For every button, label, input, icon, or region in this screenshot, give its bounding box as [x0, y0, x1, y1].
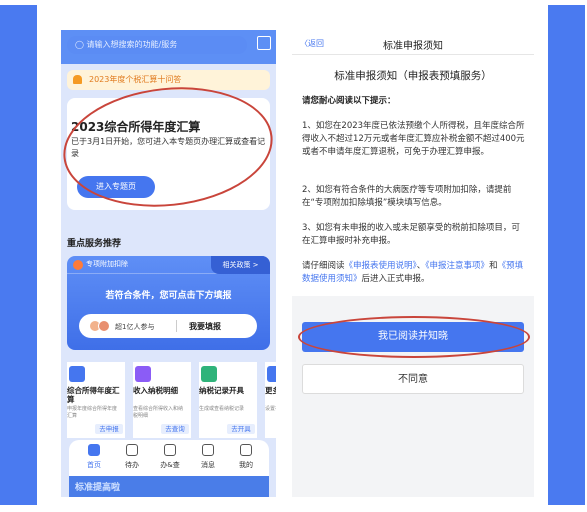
service-tile-subtitle: 申报年度综合所得年度汇算 [67, 406, 118, 419]
service-tile-button[interactable]: 去查询 [161, 424, 189, 434]
fill-button[interactable]: 我要填报 [189, 321, 221, 332]
avatar-group [89, 320, 111, 332]
deduction-icon [73, 260, 83, 270]
service-tile-subtitle: 查看综合所得收入和纳税明细 [133, 406, 184, 419]
tab-label[interactable]: 办&查 [155, 460, 185, 470]
avatar [98, 320, 110, 332]
notice-title: 标准申报须知（申报表预填服务） [334, 70, 492, 82]
notice-paragraph-3: 3、如您有未申报的收入或未足额享受的税前扣除项目，可在汇算申报时补充申报。 [302, 223, 520, 246]
read-notice-suffix: 后进入正式申报。 [361, 274, 430, 284]
left-phone-screen: ◯ 请输入想搜索的功能/服务 2023年度个税汇算十问答 2023综合所得年度汇… [61, 30, 276, 497]
tab-label[interactable]: 待办 [117, 460, 147, 470]
search-icon: ◯ [75, 40, 87, 49]
service-icon [267, 366, 276, 382]
search-input[interactable]: ◯ 请输入想搜索的功能/服务 [67, 36, 247, 54]
section-title: 重点服务推荐 [67, 239, 122, 249]
service-icon [135, 366, 151, 382]
bell-icon [73, 75, 82, 84]
service-icon [69, 366, 85, 382]
tab-label[interactable]: 首页 [79, 460, 109, 470]
special-card-label: 专项附加扣除 [86, 260, 128, 268]
service-tile[interactable]: 综合所得年度汇算申报年度综合所得年度汇算去申报 [67, 362, 125, 438]
service-tile-subtitle: 生成或查看纳税记录 [199, 406, 245, 412]
related-policy-tab[interactable]: 相关政策 > [211, 256, 270, 274]
search-placeholder: 请输入想搜索的功能/服务 [86, 40, 178, 49]
notice-intro: 请您耐心阅读以下提示： [302, 96, 396, 106]
notice-paragraph-2: 2、如您有符合条件的大病医疗等专项附加扣除，请提前在“专项附加扣除填报”模块填写… [302, 185, 512, 208]
usage-guide-link[interactable]: 《申报表使用说明》 [345, 261, 417, 271]
service-tile[interactable]: 收入纳税明细查看综合所得收入和纳税明细去查询 [133, 362, 191, 438]
precautions-link[interactable]: 《申报注意事项》 [425, 261, 489, 271]
service-tile-title: 收入纳税明细 [133, 386, 178, 395]
service-tile-button[interactable]: 去开具 [227, 424, 255, 434]
annotation-circle-right [298, 316, 530, 358]
nav-divider [292, 54, 534, 55]
service-tile-button[interactable]: 去申报 [95, 424, 123, 434]
service-tile[interactable]: 更多设置在用功能 [265, 362, 276, 438]
service-tile[interactable]: 纳税记录开具 生成或查看纳税记录去开具 [199, 362, 257, 438]
notice-text: 2023年度个税汇算十问答 [89, 75, 182, 84]
tab-0-icon[interactable] [88, 444, 100, 456]
read-notice-separator: 和 [489, 261, 498, 271]
read-notice: 请仔细阅读《申报表使用说明》、《申报注意事项》和《预填数据使用须知》后进入正式申… [302, 260, 526, 286]
participants-count: 超1亿人参与 [115, 323, 155, 331]
tab-4-icon[interactable] [240, 444, 252, 456]
read-notice-prefix: 请仔细阅读 [302, 261, 345, 271]
service-tile-title: 综合所得年度汇算 [67, 386, 120, 404]
nav-title: 标准申报须知 [383, 41, 443, 52]
right-phone-screen: 〈返回 标准申报须知 标准申报须知（申报表预填服务） 请您耐心阅读以下提示： 1… [292, 30, 534, 497]
tab-2-icon[interactable] [164, 444, 176, 456]
tab-label[interactable]: 我的 [231, 460, 261, 470]
notice-paragraph-1: 1、如您在2023年度已依法预缴个人所得税，且年度综合所得收入不超过12万元或者… [302, 121, 525, 157]
service-tile-title: 纳税记录开具 [199, 386, 244, 395]
right-side-bar [548, 5, 585, 505]
disagree-button[interactable]: 不同意 [302, 364, 524, 394]
service-tile-title: 更多 [265, 386, 276, 395]
tab-label[interactable]: 消息 [193, 460, 223, 470]
pill-divider [176, 320, 177, 332]
special-card-text: 若符合条件，您可点击下方填报 [105, 291, 232, 301]
tab-3-icon[interactable] [202, 444, 214, 456]
service-tile-subtitle: 设置在用功能 [265, 406, 276, 412]
service-icon [201, 366, 217, 382]
left-side-bar [0, 5, 37, 505]
scan-icon[interactable] [257, 36, 271, 50]
tab-1-icon[interactable] [126, 444, 138, 456]
banner-text: 标准提高啦 [75, 483, 121, 493]
